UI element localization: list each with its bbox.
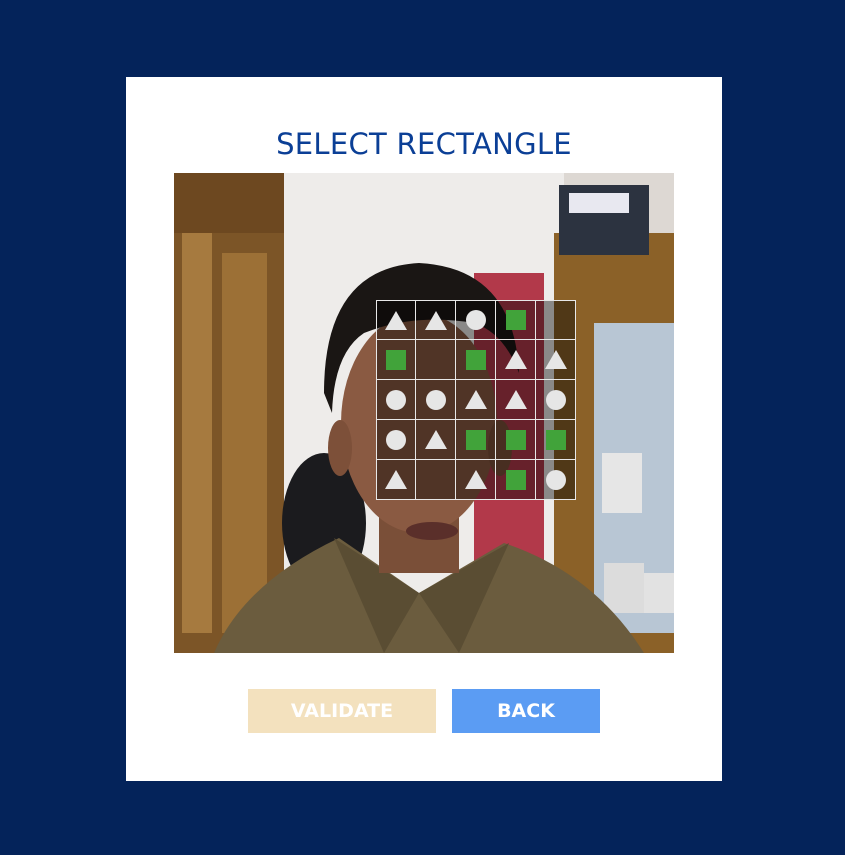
grid-cell[interactable] [456, 380, 496, 420]
grid-cell[interactable] [416, 460, 456, 500]
grid-cell[interactable] [376, 380, 416, 420]
square-icon [386, 349, 406, 370]
circle-icon [425, 389, 446, 410]
triangle-icon [504, 350, 527, 369]
grid-cell[interactable] [496, 460, 536, 500]
grid-cell[interactable] [376, 300, 416, 340]
grid-cell[interactable] [496, 420, 536, 460]
grid-cell[interactable] [416, 380, 456, 420]
triangle-icon [424, 430, 447, 449]
grid-cell[interactable] [456, 340, 496, 380]
grid-cell[interactable] [536, 460, 576, 500]
grid-cell[interactable] [496, 300, 536, 340]
square-icon [505, 469, 526, 490]
square-icon [505, 310, 526, 330]
dialog-title: SELECT RECTANGLE [276, 127, 572, 161]
grid-cell[interactable] [376, 420, 416, 460]
square-icon [465, 429, 486, 450]
grid-cell[interactable] [416, 420, 456, 460]
circle-icon [386, 389, 406, 410]
webcam-feed [174, 173, 674, 653]
triangle-icon [544, 350, 567, 369]
triangle-icon [424, 310, 447, 330]
grid-cell[interactable] [456, 420, 496, 460]
back-button[interactable]: BACK [452, 689, 600, 733]
shape-grid [376, 300, 576, 500]
triangle-icon [385, 470, 407, 489]
grid-cell[interactable] [376, 460, 416, 500]
circle-icon [545, 389, 566, 410]
grid-cell[interactable] [536, 300, 576, 340]
square-icon [465, 349, 486, 370]
grid-cell[interactable] [496, 380, 536, 420]
grid-cell[interactable] [536, 340, 576, 380]
circle-icon [386, 429, 406, 450]
captcha-dialog: SELECT RECTANGLE VALIDATE BACK [126, 77, 722, 781]
triangle-icon [464, 390, 487, 409]
circle-icon [545, 469, 566, 490]
circle-icon [465, 310, 486, 330]
square-icon [545, 429, 566, 450]
grid-cell[interactable] [456, 300, 496, 340]
triangle-icon [385, 310, 407, 330]
square-icon [505, 429, 526, 450]
grid-cell[interactable] [416, 340, 456, 380]
triangle-icon [464, 470, 487, 489]
grid-cell[interactable] [536, 420, 576, 460]
triangle-icon [504, 390, 527, 409]
grid-cell[interactable] [416, 300, 456, 340]
grid-cell[interactable] [536, 380, 576, 420]
validate-button[interactable]: VALIDATE [248, 689, 436, 733]
grid-cell[interactable] [456, 460, 496, 500]
grid-cell[interactable] [376, 340, 416, 380]
grid-cell[interactable] [496, 340, 536, 380]
